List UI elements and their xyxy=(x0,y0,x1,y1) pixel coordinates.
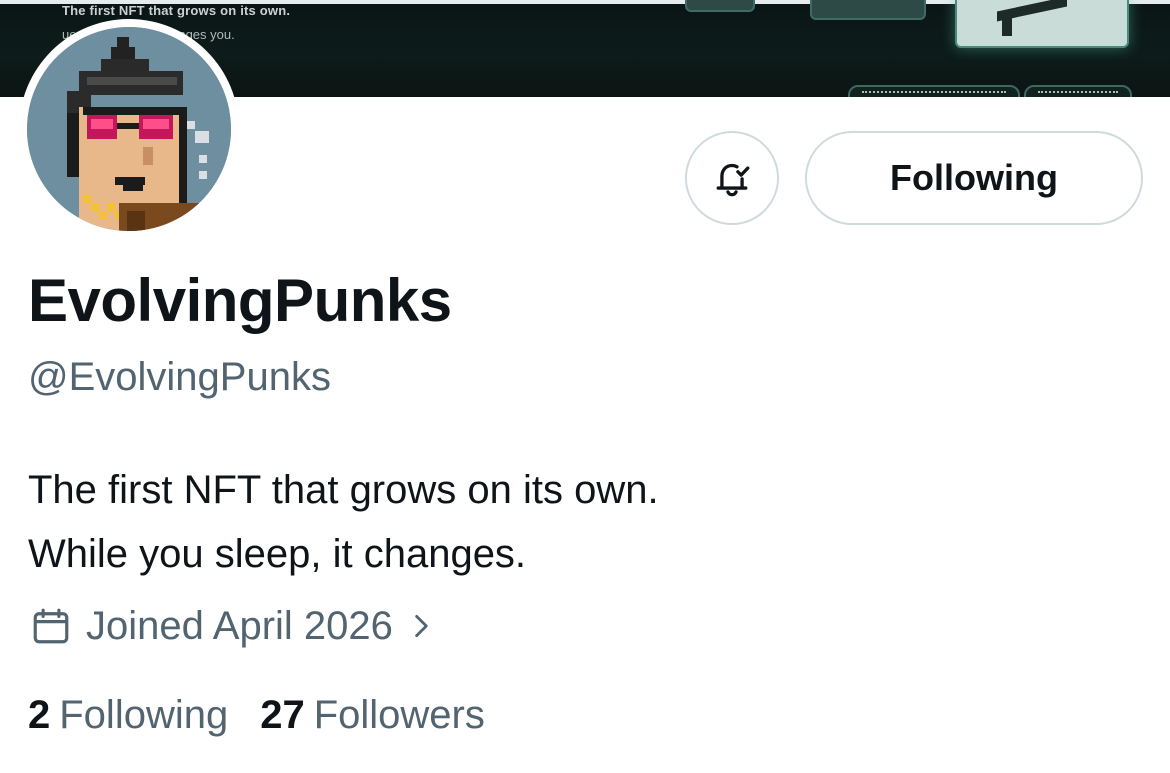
following-button-label: Following xyxy=(890,157,1058,198)
following-count-link[interactable]: 2 Following xyxy=(28,693,228,738)
following-count: 2 xyxy=(28,692,51,737)
user-handle: @EvolvingPunks xyxy=(28,355,331,399)
banner-punk-tile xyxy=(955,0,1129,48)
banner-stat-pill xyxy=(1024,85,1132,97)
follow-stats: 2 Following 27 Followers xyxy=(28,690,485,740)
bio-line: The first NFT that grows on its own. xyxy=(28,468,659,512)
followers-count: 27 xyxy=(260,692,305,737)
display-name: EvolvingPunks xyxy=(28,267,452,334)
banner-tile xyxy=(685,0,755,12)
banner-stat-pill xyxy=(848,85,1020,97)
calendar-icon xyxy=(33,608,69,644)
notifications-button[interactable] xyxy=(685,131,779,225)
bio-line: While you sleep, it changes. xyxy=(28,532,527,576)
chevron-right-icon xyxy=(415,614,428,638)
avatar[interactable] xyxy=(27,27,231,231)
banner-headline: The first NFT that grows on its own. xyxy=(62,3,291,18)
following-button[interactable]: Following xyxy=(805,131,1143,225)
joined-date-row[interactable]: Joined April 2026 xyxy=(30,603,435,649)
joined-date: Joined April 2026 xyxy=(86,603,393,648)
bell-check-icon xyxy=(716,163,750,197)
followers-stat-label: Followers xyxy=(313,692,485,737)
pixel-punk-avatar-image xyxy=(27,27,231,231)
banner-tile xyxy=(810,0,926,20)
profile-bio: The first NFT that grows on its own. Whi… xyxy=(28,458,1128,586)
profile-page: The first NFT that grows on its own. ue … xyxy=(0,0,1170,773)
followers-count-link[interactable]: 27 Followers xyxy=(260,693,485,738)
following-stat-label: Following xyxy=(59,692,229,737)
